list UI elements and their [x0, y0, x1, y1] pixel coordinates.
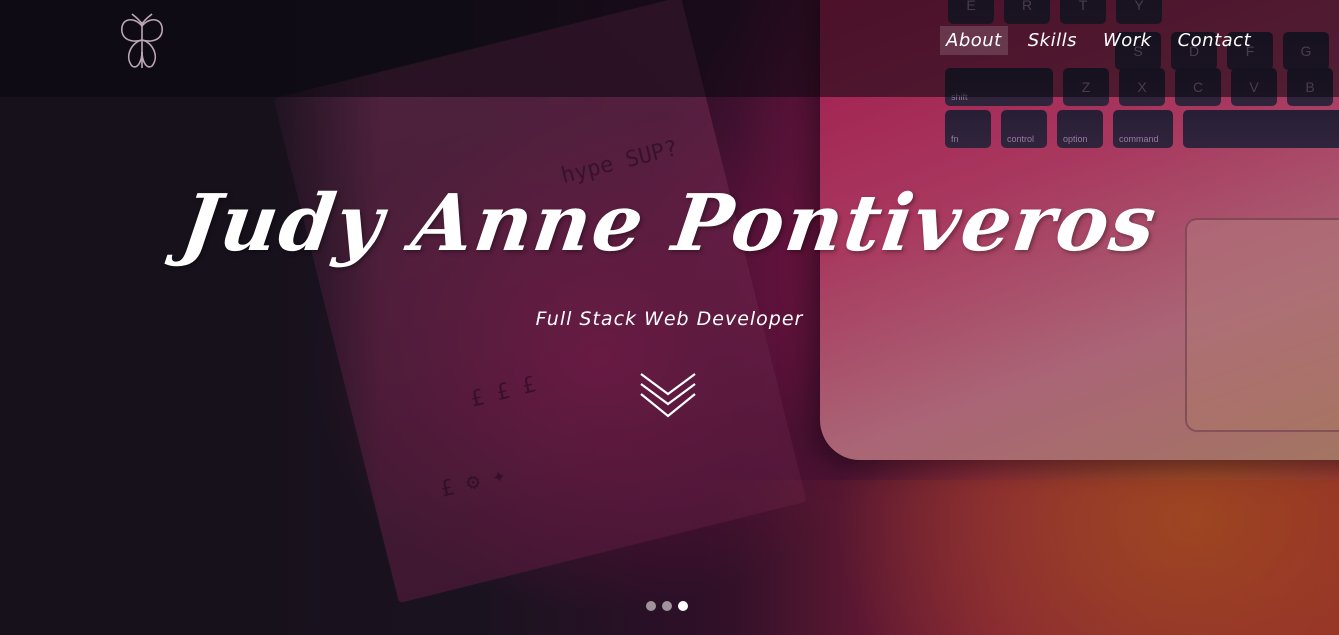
scroll-down-chevron-icon[interactable] — [638, 370, 698, 424]
nav-contact[interactable]: Contact — [1172, 26, 1258, 55]
hero-title: Judy Anne Pontiveros — [175, 178, 1164, 269]
navbar: About Skills Work Contact — [0, 0, 1339, 97]
nav-about[interactable]: About — [940, 26, 1008, 55]
main-nav: About Skills Work Contact — [940, 26, 1257, 55]
carousel-dot[interactable] — [662, 601, 672, 611]
butterfly-logo-icon[interactable] — [112, 12, 172, 76]
nav-work[interactable]: Work — [1097, 26, 1158, 55]
carousel-dot[interactable] — [646, 601, 656, 611]
carousel-dot-active[interactable] — [678, 601, 688, 611]
hero-subtitle: Full Stack Web Developer — [535, 308, 804, 330]
hero-section: £ £ £ hype SUP? £ ⚙ ✦ E R T Y S D F G H … — [0, 0, 1339, 635]
carousel-indicators — [646, 601, 688, 611]
nav-skills[interactable]: Skills — [1022, 26, 1083, 55]
